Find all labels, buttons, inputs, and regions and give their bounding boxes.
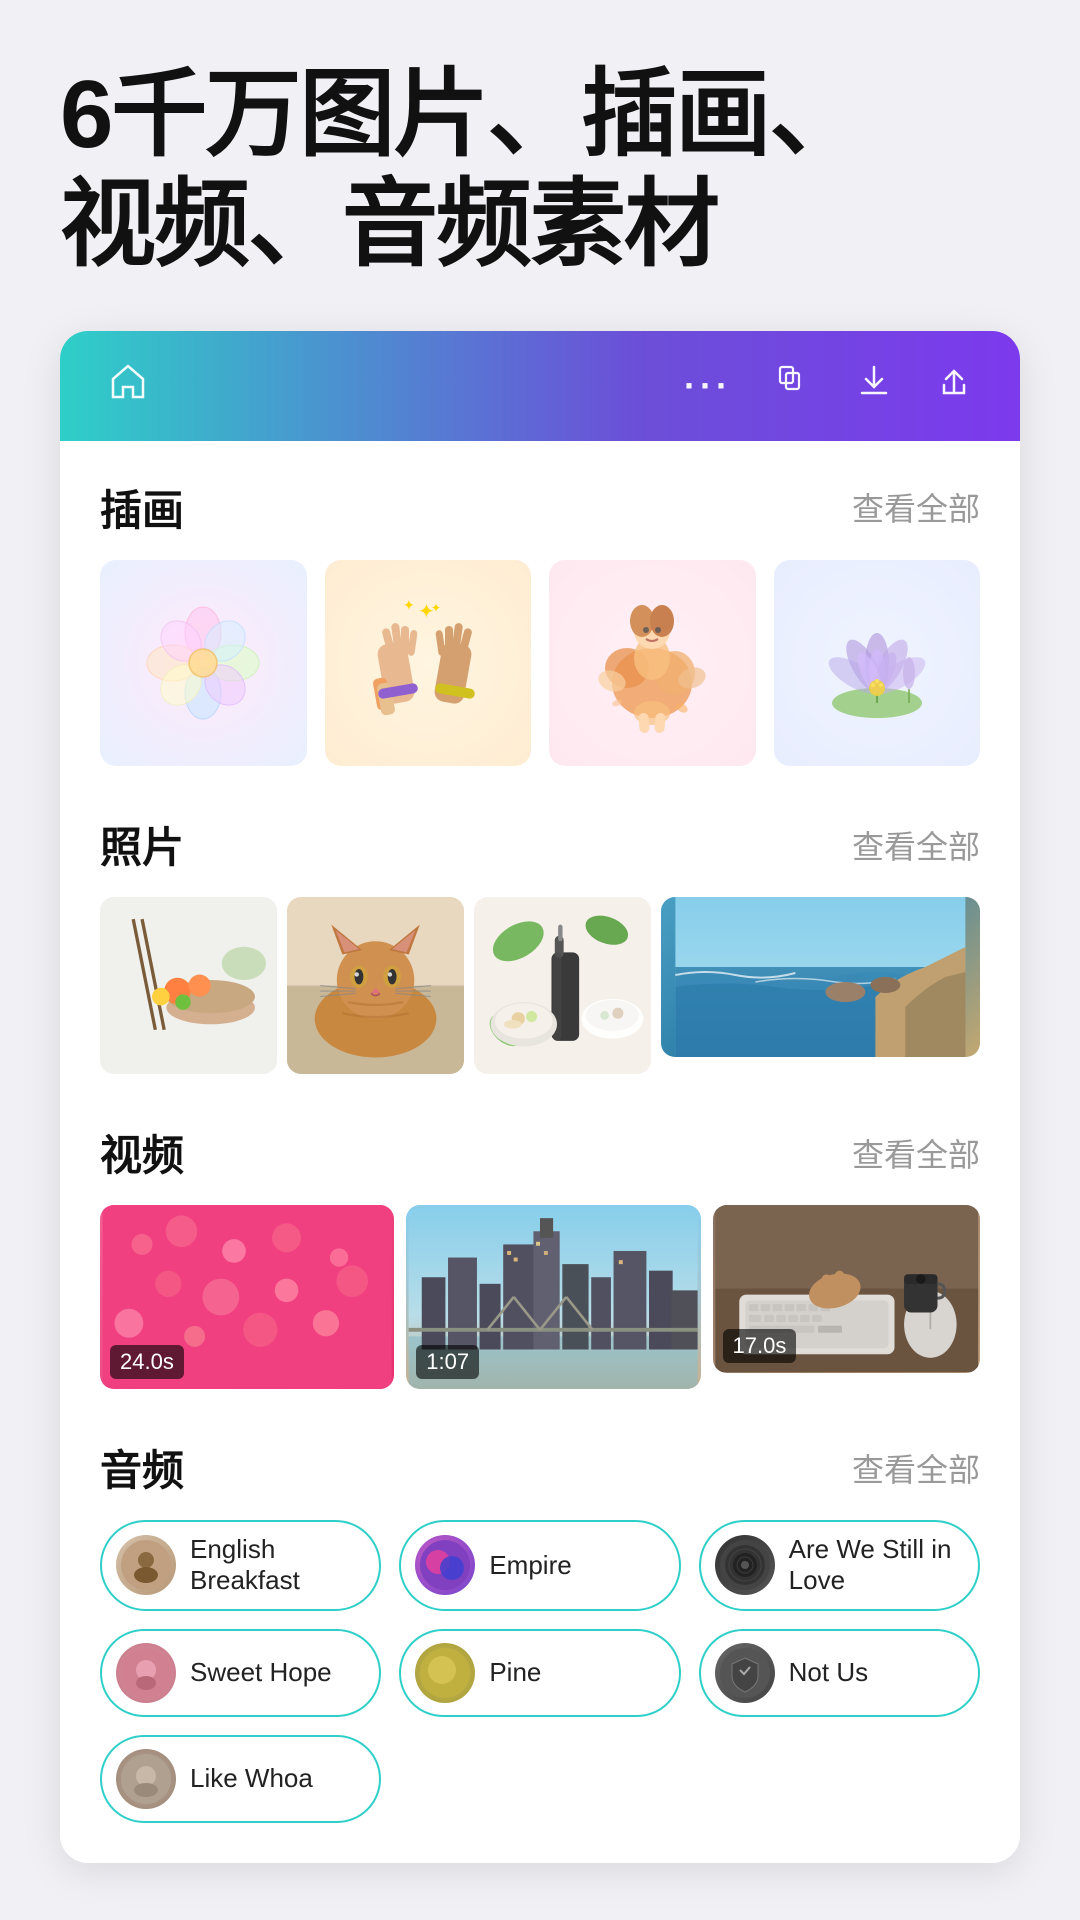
photos-title: 照片	[100, 814, 184, 875]
photos-row	[100, 897, 980, 1074]
audio-title: 音频	[100, 1437, 184, 1498]
audio-label-pine: Pine	[489, 1657, 541, 1688]
video-duration-1: 24.0s	[110, 1345, 184, 1379]
app-card: ··· 插画	[60, 331, 1020, 1863]
videos-section-header: 视频 查看全部	[100, 1122, 980, 1183]
illus-clapping-hands[interactable]: ✦ ✦ ✦	[325, 560, 532, 767]
illus-fairy-girl[interactable]	[549, 560, 756, 767]
illustrations-section-header: 插画 查看全部	[100, 477, 980, 538]
audio-thumb-english-breakfast	[116, 1535, 176, 1595]
home-icon[interactable]	[108, 361, 148, 411]
photo-food[interactable]	[100, 897, 277, 1074]
audio-pill-not-us[interactable]: Not Us	[699, 1629, 980, 1717]
video-pink-drops[interactable]: 24.0s	[100, 1205, 394, 1389]
videos-row: 24.0s	[100, 1205, 980, 1389]
photo-skincare[interactable]	[474, 897, 651, 1074]
hero-text: 6千万图片、插画、 视频、音频素材	[0, 0, 1080, 321]
svg-text:✦: ✦	[403, 598, 415, 613]
audio-label-are-we-still-in-love: Are We Still in Love	[789, 1534, 958, 1596]
audio-pill-pine[interactable]: Pine	[399, 1629, 680, 1717]
app-body: 插画 查看全部	[60, 441, 1020, 1863]
audio-viewall[interactable]: 查看全部	[852, 1445, 980, 1491]
audio-pill-english-breakfast[interactable]: English Breakfast	[100, 1520, 381, 1610]
videos-title: 视频	[100, 1122, 184, 1183]
download-icon[interactable]	[856, 363, 892, 409]
video-city[interactable]: 1:07	[406, 1205, 700, 1389]
audio-thumb-not-us	[715, 1643, 775, 1703]
audio-pill-sweet-hope[interactable]: Sweet Hope	[100, 1629, 381, 1717]
illus-lotus[interactable]	[774, 560, 981, 767]
video-duration-3: 17.0s	[723, 1329, 797, 1363]
video-duration-2: 1:07	[416, 1345, 479, 1379]
audio-pill-are-we-still-in-love[interactable]: Are We Still in Love	[699, 1520, 980, 1610]
audio-label-like-whoa: Like Whoa	[190, 1763, 313, 1794]
photo-sea[interactable]	[661, 897, 980, 1057]
photos-section-header: 照片 查看全部	[100, 814, 980, 875]
audio-label-empire: Empire	[489, 1550, 571, 1581]
layers-icon[interactable]	[776, 363, 812, 409]
videos-viewall[interactable]: 查看全部	[852, 1130, 980, 1176]
audio-label-not-us: Not Us	[789, 1657, 868, 1688]
illustrations-title: 插画	[100, 477, 184, 538]
illustrations-viewall[interactable]: 查看全部	[852, 484, 980, 530]
illustrations-row: ✦ ✦ ✦	[100, 560, 980, 767]
audio-thumb-like-whoa	[116, 1749, 176, 1809]
illus-bubble-flower[interactable]	[100, 560, 307, 767]
audio-label-english-breakfast: English Breakfast	[190, 1534, 359, 1596]
video-desk[interactable]: 17.0s	[713, 1205, 981, 1372]
audio-grid: English Breakfast Empire	[100, 1520, 980, 1822]
more-icon[interactable]: ···	[684, 365, 732, 407]
audio-pill-like-whoa[interactable]: Like Whoa	[100, 1735, 381, 1823]
hero-line1: 6千万图片、插画、	[60, 61, 863, 168]
audio-pill-empire[interactable]: Empire	[399, 1520, 680, 1610]
app-header: ···	[60, 331, 1020, 441]
audio-thumb-empire	[415, 1535, 475, 1595]
header-right: ···	[684, 363, 972, 409]
hero-line2: 视频、音频素材	[60, 171, 718, 278]
svg-text:✦: ✦	[431, 601, 441, 615]
audio-thumb-pine	[415, 1643, 475, 1703]
share-icon[interactable]	[936, 363, 972, 409]
audio-section-header: 音频 查看全部	[100, 1437, 980, 1498]
audio-label-sweet-hope: Sweet Hope	[190, 1657, 332, 1688]
photos-viewall[interactable]: 查看全部	[852, 822, 980, 868]
photo-cat[interactable]	[287, 897, 464, 1074]
audio-thumb-are-we-still-in-love	[715, 1535, 775, 1595]
audio-thumb-sweet-hope	[116, 1643, 176, 1703]
